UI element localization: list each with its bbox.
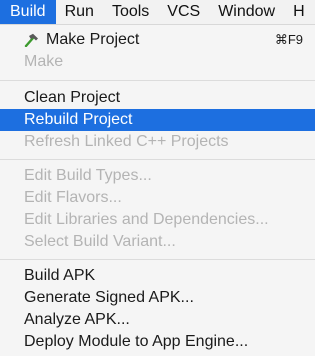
menu-item-label: Rebuild Project (24, 111, 133, 128)
menu-item-make-project[interactable]: Make Project ⌘F9 (0, 29, 315, 51)
menu-help[interactable]: H (284, 0, 314, 24)
menu-item-label: Refresh Linked C++ Projects (24, 133, 229, 150)
menu-item-label: Select Build Variant... (24, 233, 176, 250)
build-menu-screenshot: Build Run Tools VCS Window H Make Projec… (0, 0, 315, 356)
menu-item-label: Clean Project (24, 89, 121, 106)
build-menu-dropdown: Make Project ⌘F9 Make Clean Project Rebu… (0, 25, 315, 356)
menu-vcs[interactable]: VCS (158, 0, 209, 24)
menu-item-generate-signed-apk[interactable]: Generate Signed APK... (0, 287, 315, 309)
menu-item-label: Edit Build Types... (24, 167, 152, 184)
menu-separator (0, 80, 315, 81)
menu-item-label: Analyze APK... (24, 311, 130, 328)
menu-item-refresh-linked-cpp-projects: Refresh Linked C++ Projects (0, 131, 315, 153)
menu-run[interactable]: Run (56, 0, 103, 24)
menu-item-edit-build-types: Edit Build Types... (0, 165, 315, 187)
menu-item-edit-flavors: Edit Flavors... (0, 187, 315, 209)
menu-item-rebuild-project[interactable]: Rebuild Project (0, 109, 315, 131)
menu-item-label: Make Project (46, 31, 140, 48)
hammer-icon (24, 33, 38, 47)
menu-item-label: Deploy Module to App Engine... (24, 333, 249, 350)
menu-bar: Build Run Tools VCS Window H (0, 0, 315, 25)
menu-item-edit-libraries: Edit Libraries and Dependencies... (0, 209, 315, 231)
menu-item-label: Edit Libraries and Dependencies... (24, 211, 269, 228)
menu-item-make: Make (0, 51, 315, 73)
menu-item-label: Generate Signed APK... (24, 289, 194, 306)
menu-item-label: Edit Flavors... (24, 189, 122, 206)
menu-item-analyze-apk[interactable]: Analyze APK... (0, 309, 315, 331)
shortcut-label: ⌘F9 (274, 32, 303, 47)
menu-item-label: Make (24, 53, 64, 70)
menu-item-clean-project[interactable]: Clean Project (0, 87, 315, 109)
menu-item-build-apk[interactable]: Build APK (0, 265, 315, 287)
menu-window[interactable]: Window (209, 0, 284, 24)
menu-separator (0, 159, 315, 160)
menu-tools[interactable]: Tools (103, 0, 158, 24)
menu-item-select-build-variant: Select Build Variant... (0, 231, 315, 253)
menu-item-label: Build APK (24, 267, 96, 284)
menu-build[interactable]: Build (0, 0, 56, 24)
menu-separator (0, 259, 315, 260)
menu-item-deploy-module[interactable]: Deploy Module to App Engine... (0, 331, 315, 353)
